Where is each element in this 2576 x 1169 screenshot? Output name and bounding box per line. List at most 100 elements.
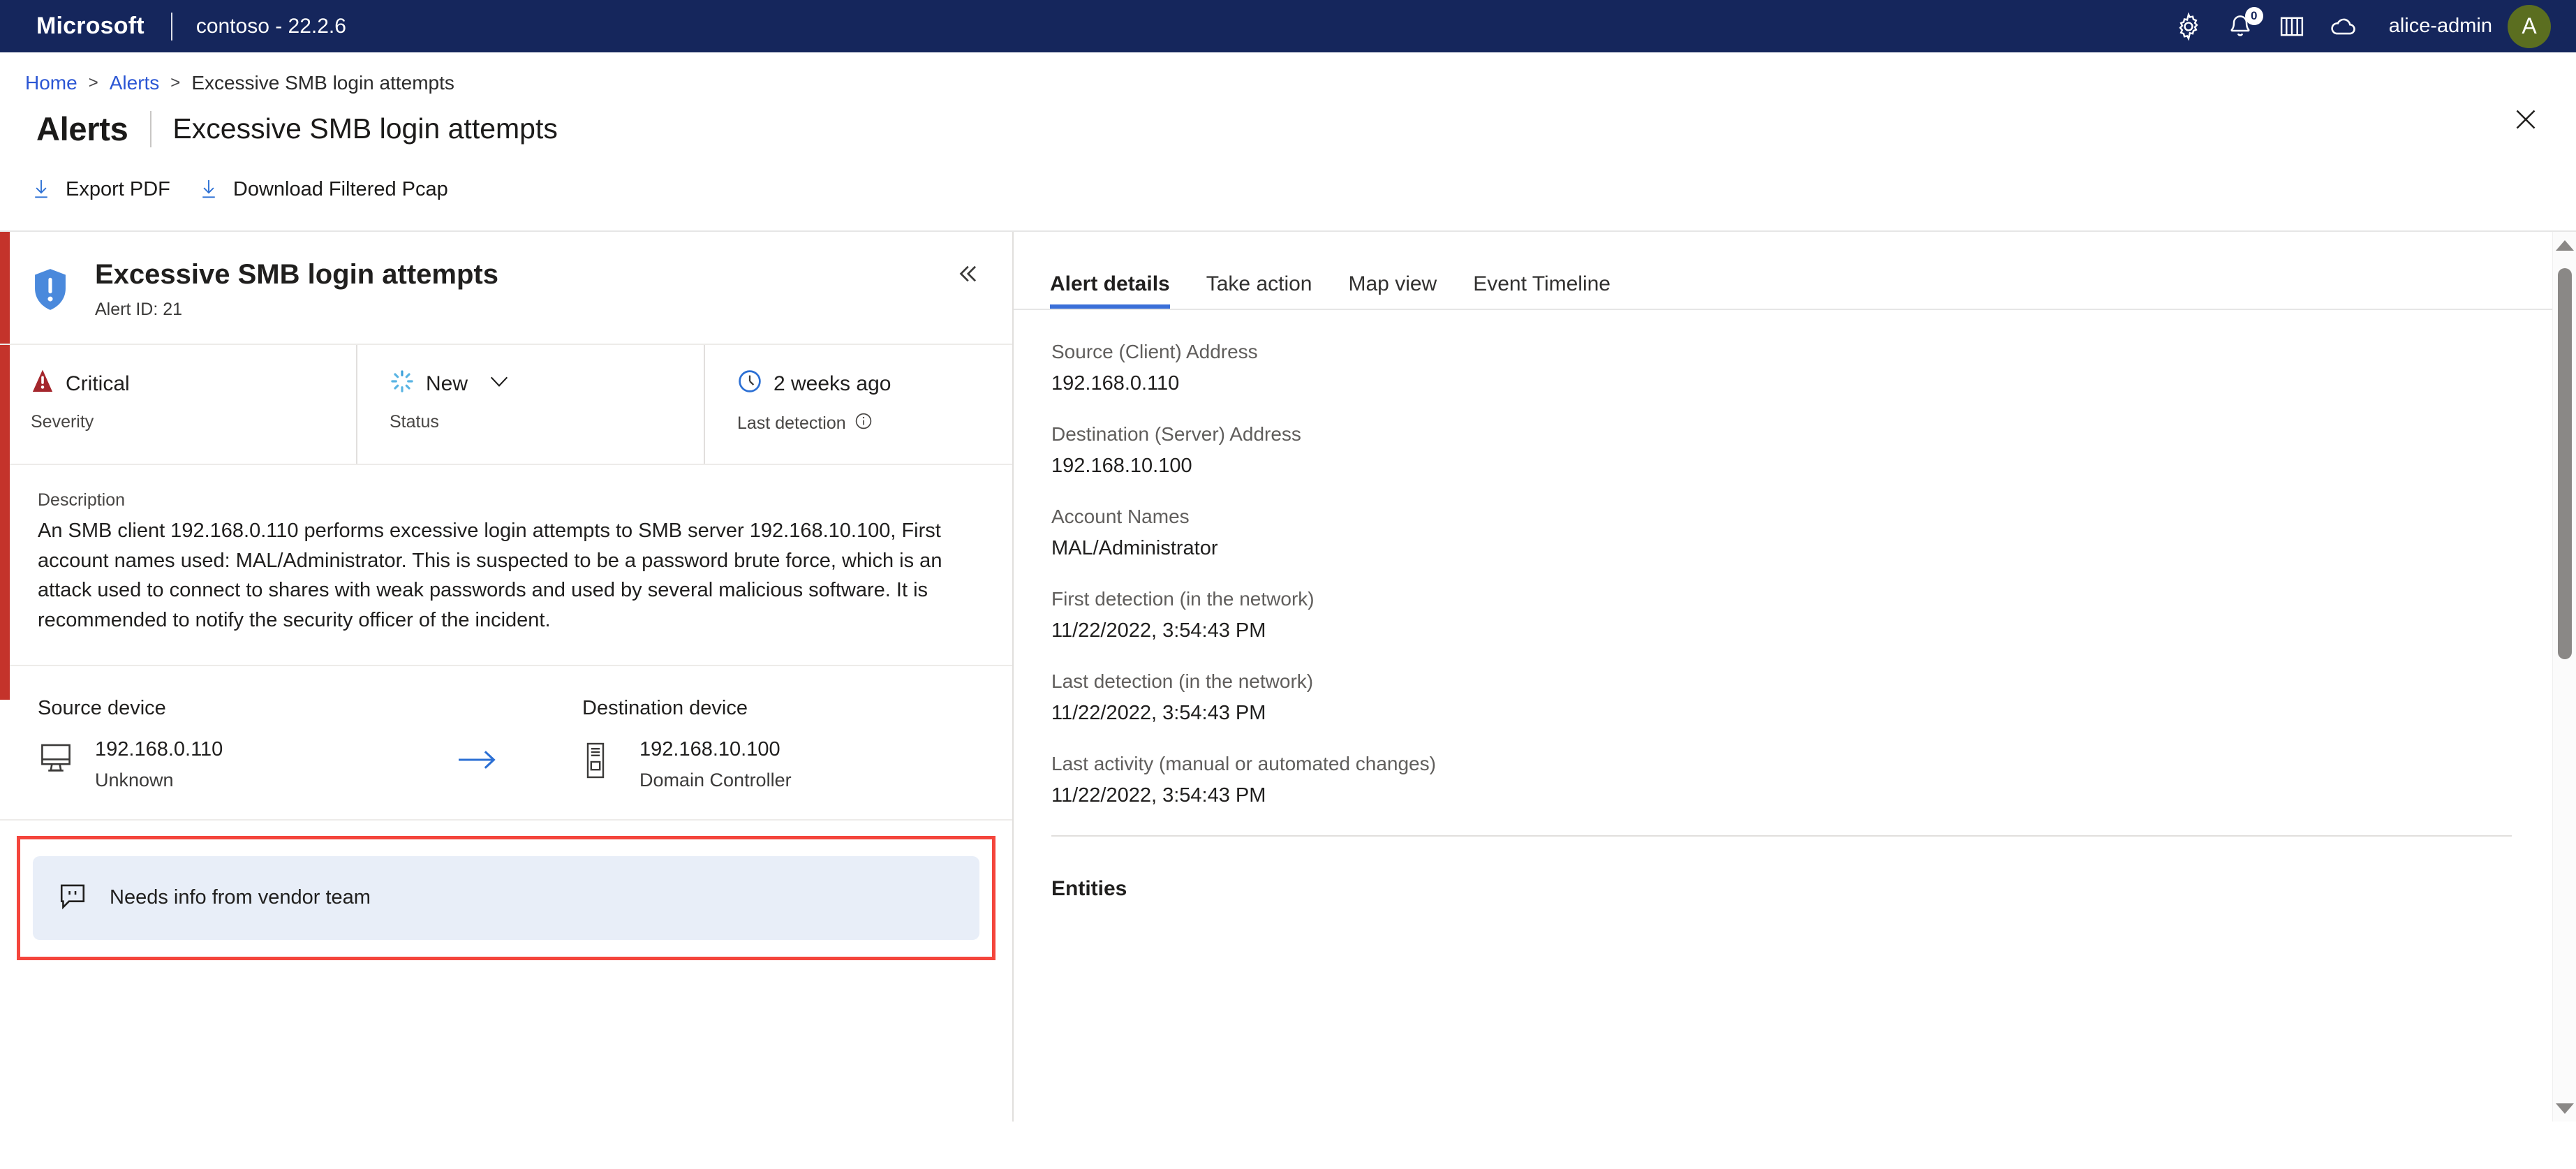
download-pcap-label: Download Filtered Pcap <box>232 177 448 200</box>
detail-field: Account Names MAL/Administrator <box>1051 506 2576 560</box>
last-detection-cell: 2 weeks ago Last detection <box>704 345 997 464</box>
download-pcap-button[interactable]: Download Filtered Pcap <box>188 169 466 209</box>
status-new-icon <box>390 369 415 399</box>
last-detection-value: 2 weeks ago <box>773 372 891 395</box>
triangle-up-icon <box>2556 240 2574 251</box>
export-pdf-label: Export PDF <box>66 177 170 200</box>
detail-label: Destination (Server) Address <box>1051 423 1301 445</box>
detail-field: Source (Client) Address 192.168.0.110 <box>1051 341 2576 395</box>
destination-device-ip[interactable]: 192.168.10.100 <box>639 738 792 761</box>
details-scrollbar[interactable] <box>2552 232 2576 1122</box>
breadcrumb-item-alerts[interactable]: Alerts <box>110 72 160 94</box>
detail-field: Last activity (manual or automated chang… <box>1051 753 2576 807</box>
gear-icon[interactable] <box>2163 0 2214 52</box>
description-block: Description An SMB client 192.168.0.110 … <box>0 465 1012 666</box>
desktop-icon <box>38 738 78 778</box>
detail-value: 11/22/2022, 3:54:43 PM <box>1051 784 1266 807</box>
page-title-sub: Excessive SMB login attempts <box>172 112 558 145</box>
alert-summary-panel: Excessive SMB login attempts Alert ID: 2… <box>0 232 1014 1122</box>
tenant-label: contoso - 22.2.6 <box>195 14 346 38</box>
page-title-main: Alerts <box>36 110 128 147</box>
last-detection-label: Last detection <box>737 412 997 435</box>
tab-alert-details[interactable]: Alert details <box>1050 272 1188 309</box>
source-device: Source device 192.168.0.110 Unknown <box>38 697 373 791</box>
source-device-ip[interactable]: 192.168.0.110 <box>95 738 223 761</box>
scroll-down-arrow-icon[interactable] <box>2553 1095 2576 1122</box>
breadcrumb-separator: > <box>170 73 181 92</box>
tab-take-action[interactable]: Take action <box>1188 272 1331 309</box>
page-title: Alerts Excessive SMB login attempts <box>0 94 2576 148</box>
chevron-down-icon[interactable] <box>487 372 511 396</box>
scrollbar-thumb[interactable] <box>2558 268 2572 659</box>
avatar[interactable]: A <box>2508 4 2551 48</box>
breadcrumb-separator: > <box>88 73 98 92</box>
severity-icon <box>31 369 54 399</box>
comment-icon <box>57 881 89 915</box>
breadcrumb-item-home[interactable]: Home <box>25 72 77 94</box>
breadcrumb: Home > Alerts > Excessive SMB login atte… <box>0 52 2576 94</box>
detail-value: 192.168.10.100 <box>1051 455 1192 477</box>
destination-device-heading: Destination device <box>582 696 748 719</box>
tab-event-timeline[interactable]: Event Timeline <box>1455 272 1629 309</box>
book-icon[interactable] <box>2266 0 2318 52</box>
description-label: Description <box>38 490 126 510</box>
scroll-up-arrow-icon[interactable] <box>2553 232 2576 258</box>
topbar-icon-group: 0 alice-admin A <box>2163 0 2556 52</box>
user-name-label[interactable]: alice-admin <box>2389 15 2492 38</box>
triangle-down-icon <box>2556 1103 2574 1114</box>
detail-label: Last detection (in the network) <box>1051 670 1314 692</box>
destination-device: Destination device 192.168.10.100 Domain… <box>582 697 917 791</box>
notification-badge: 0 <box>2244 7 2263 25</box>
detail-label: Source (Client) Address <box>1051 341 1258 362</box>
destination-device-type: Domain Controller <box>639 769 792 791</box>
devices-block: Source device 192.168.0.110 Unknown Dest… <box>0 666 1012 821</box>
detail-label: First detection (in the network) <box>1051 588 1315 610</box>
destination-device-row: 192.168.10.100 Domain Controller <box>582 738 917 791</box>
download-icon <box>29 176 53 203</box>
detail-value: 11/22/2022, 3:54:43 PM <box>1051 619 1266 642</box>
severity-value-row: Critical <box>31 369 356 399</box>
alert-header: Excessive SMB login attempts Alert ID: 2… <box>0 232 1012 345</box>
detail-value: MAL/Administrator <box>1051 537 1218 559</box>
status-value: New <box>426 372 468 395</box>
alert-title: Excessive SMB login attempts <box>95 259 498 290</box>
collapse-panel-icon[interactable] <box>952 258 983 289</box>
detail-field: Destination (Server) Address 192.168.10.… <box>1051 423 2576 478</box>
status-value-row: New <box>390 369 704 399</box>
clock-icon <box>737 369 762 399</box>
flow-arrow <box>373 697 582 772</box>
detail-value: 11/22/2022, 3:54:43 PM <box>1051 702 1266 724</box>
breadcrumb-item-current: Excessive SMB login attempts <box>191 72 454 94</box>
export-pdf-button[interactable]: Export PDF <box>21 169 188 209</box>
detail-label: Account Names <box>1051 506 1190 527</box>
microsoft-logo[interactable]: Microsoft <box>36 13 145 40</box>
server-icon <box>582 738 623 784</box>
last-detection-value-row: 2 weeks ago <box>737 369 997 399</box>
source-device-row: 192.168.0.110 Unknown <box>38 738 373 791</box>
download-icon <box>197 176 221 203</box>
alert-note-button[interactable]: Needs info from vendor team <box>33 855 979 940</box>
detail-value: 192.168.0.110 <box>1051 372 1180 395</box>
info-icon[interactable] <box>854 412 873 435</box>
alert-id: Alert ID: 21 <box>95 300 183 319</box>
tab-map-view[interactable]: Map view <box>1331 272 1456 309</box>
entities-title: Entities <box>1051 877 1127 900</box>
severity-cell: Critical Severity <box>31 345 356 464</box>
global-top-bar: Microsoft contoso - 22.2.6 0 alice-admin… <box>0 0 2576 52</box>
note-highlight-outline: Needs info from vendor team <box>17 835 995 960</box>
main-content: Excessive SMB login attempts Alert ID: 2… <box>0 232 2576 1122</box>
shield-alert-icon <box>31 267 77 316</box>
last-detection-label-text: Last detection <box>737 413 846 433</box>
bell-icon[interactable]: 0 <box>2214 0 2266 52</box>
details-field-list: Source (Client) Address 192.168.0.110 De… <box>1014 310 2576 807</box>
cloud-icon[interactable] <box>2318 0 2369 52</box>
page-title-divider <box>150 110 152 147</box>
command-bar: Export PDF Download Filtered Pcap <box>0 148 2576 209</box>
details-tabs: Alert details Take action Map view Event… <box>1014 232 2576 310</box>
detail-field: Last detection (in the network) 11/22/20… <box>1051 670 2576 725</box>
close-icon[interactable] <box>2505 98 2547 140</box>
description-text: An SMB client 192.168.0.110 performs exc… <box>38 520 942 631</box>
severity-label: Severity <box>31 412 94 432</box>
detail-label: Last activity (manual or automated chang… <box>1051 753 1436 774</box>
alert-details-panel: Alert details Take action Map view Event… <box>1014 232 2576 1122</box>
